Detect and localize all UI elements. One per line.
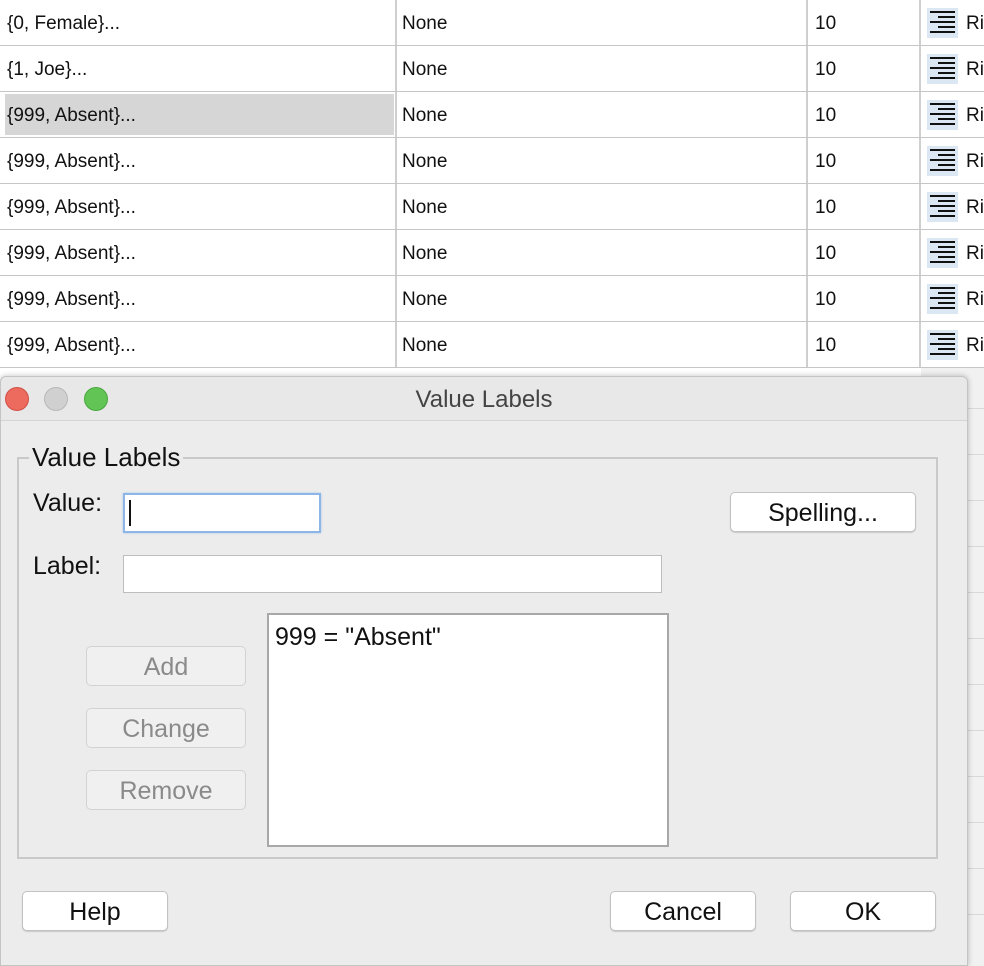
ok-button[interactable]: OK	[790, 891, 936, 931]
columns-cell[interactable]: 10	[808, 46, 920, 91]
values-cell[interactable]: {999, Absent}...	[0, 322, 395, 367]
table-row[interactable]: {999, Absent}... None 10 Ri	[0, 138, 984, 184]
values-cell-text: {999, Absent}...	[7, 289, 136, 310]
values-cell[interactable]: {999, Absent}...	[0, 230, 395, 275]
align-right-icon	[927, 54, 958, 84]
align-cell-text: Ri	[966, 335, 984, 356]
align-cell-text: Ri	[966, 105, 984, 126]
change-button[interactable]: Change	[86, 708, 246, 748]
align-cell[interactable]: Ri	[921, 46, 984, 91]
table-row[interactable]: {0, Female}... None 10 Ri	[0, 0, 984, 46]
missing-cell[interactable]: None	[396, 46, 807, 91]
columns-cell[interactable]: 10	[808, 92, 920, 137]
columns-cell[interactable]: 10	[808, 138, 920, 183]
table-row[interactable]: {999, Absent}... None 10 Ri	[0, 230, 984, 276]
missing-cell[interactable]: None	[396, 276, 807, 321]
value-labels-list[interactable]: 999 = "Absent"	[267, 613, 669, 847]
values-cell-text: {0, Female}...	[7, 13, 121, 34]
dialog-titlebar[interactable]: Value Labels	[1, 377, 967, 421]
values-cell-text: {999, Absent}...	[7, 105, 136, 126]
align-cell-text: Ri	[966, 13, 984, 34]
value-input[interactable]	[123, 493, 321, 533]
missing-cell[interactable]: None	[396, 138, 807, 183]
align-cell-text: Ri	[966, 243, 984, 264]
table-row[interactable]: {1, Joe}... None 10 Ri	[0, 46, 984, 92]
align-cell[interactable]: Ri	[921, 92, 984, 137]
align-cell[interactable]: Ri	[921, 184, 984, 229]
columns-cell[interactable]: 10	[808, 276, 920, 321]
table-row[interactable]: {999, Absent}... None 10 Ri	[0, 322, 984, 368]
columns-cell[interactable]: 10	[808, 230, 920, 275]
missing-cell[interactable]: None	[396, 92, 807, 137]
align-cell[interactable]: Ri	[921, 138, 984, 183]
align-cell-text: Ri	[966, 151, 984, 172]
align-right-icon	[927, 100, 958, 130]
cancel-button[interactable]: Cancel	[610, 891, 756, 931]
values-cell[interactable]: {999, Absent}...	[0, 276, 395, 321]
values-cell[interactable]: {999, Absent}...	[0, 184, 395, 229]
add-button[interactable]: Add	[86, 646, 246, 686]
align-right-icon	[927, 238, 958, 268]
align-right-icon	[927, 192, 958, 222]
align-right-icon	[927, 146, 958, 176]
missing-cell[interactable]: None	[396, 0, 807, 45]
columns-cell[interactable]: 10	[808, 184, 920, 229]
align-cell-text: Ri	[966, 197, 984, 218]
align-cell-text: Ri	[966, 59, 984, 80]
columns-cell[interactable]: 10	[808, 322, 920, 367]
dialog-title: Value Labels	[415, 386, 553, 413]
missing-cell[interactable]: None	[396, 322, 807, 367]
align-cell[interactable]: Ri	[921, 230, 984, 275]
remove-button[interactable]: Remove	[86, 770, 246, 810]
values-cell[interactable]: {1, Joe}...	[0, 46, 395, 91]
align-right-icon	[927, 284, 958, 314]
table-row[interactable]: {999, Absent}... None 10 Ri	[0, 276, 984, 322]
group-title: Value Labels	[29, 442, 184, 473]
list-item[interactable]: 999 = "Absent"	[275, 623, 441, 652]
values-cell[interactable]: {999, Absent}...	[0, 92, 395, 137]
table-row[interactable]: {999, Absent}... None 10 Ri	[0, 184, 984, 230]
values-cell[interactable]: {0, Female}...	[0, 0, 395, 45]
values-cell-text: {999, Absent}...	[7, 243, 136, 264]
label-label: Label:	[33, 552, 102, 580]
align-right-icon	[927, 8, 958, 38]
table-row[interactable]: {999, Absent}... None 10 Ri	[0, 92, 984, 138]
align-cell[interactable]: Ri	[921, 322, 984, 367]
align-cell[interactable]: Ri	[921, 276, 984, 321]
columns-cell[interactable]: 10	[808, 0, 920, 45]
align-right-icon	[927, 330, 958, 360]
align-cell-text: Ri	[966, 289, 984, 310]
values-cell-text: {999, Absent}...	[7, 335, 136, 356]
value-labels-dialog: Value Labels Value Labels Value: Spellin…	[0, 376, 968, 966]
missing-cell[interactable]: None	[396, 230, 807, 275]
values-cell-text: {999, Absent}...	[7, 151, 136, 172]
help-button[interactable]: Help	[22, 891, 168, 931]
spelling-button[interactable]: Spelling...	[730, 492, 916, 532]
text-caret	[129, 500, 131, 526]
missing-cell[interactable]: None	[396, 184, 807, 229]
values-cell-text: {1, Joe}...	[7, 59, 88, 80]
values-cell-text: {999, Absent}...	[7, 197, 136, 218]
label-input[interactable]	[123, 555, 662, 593]
values-cell[interactable]: {999, Absent}...	[0, 138, 395, 183]
align-cell[interactable]: Ri	[921, 0, 984, 45]
value-label: Value:	[33, 489, 103, 517]
